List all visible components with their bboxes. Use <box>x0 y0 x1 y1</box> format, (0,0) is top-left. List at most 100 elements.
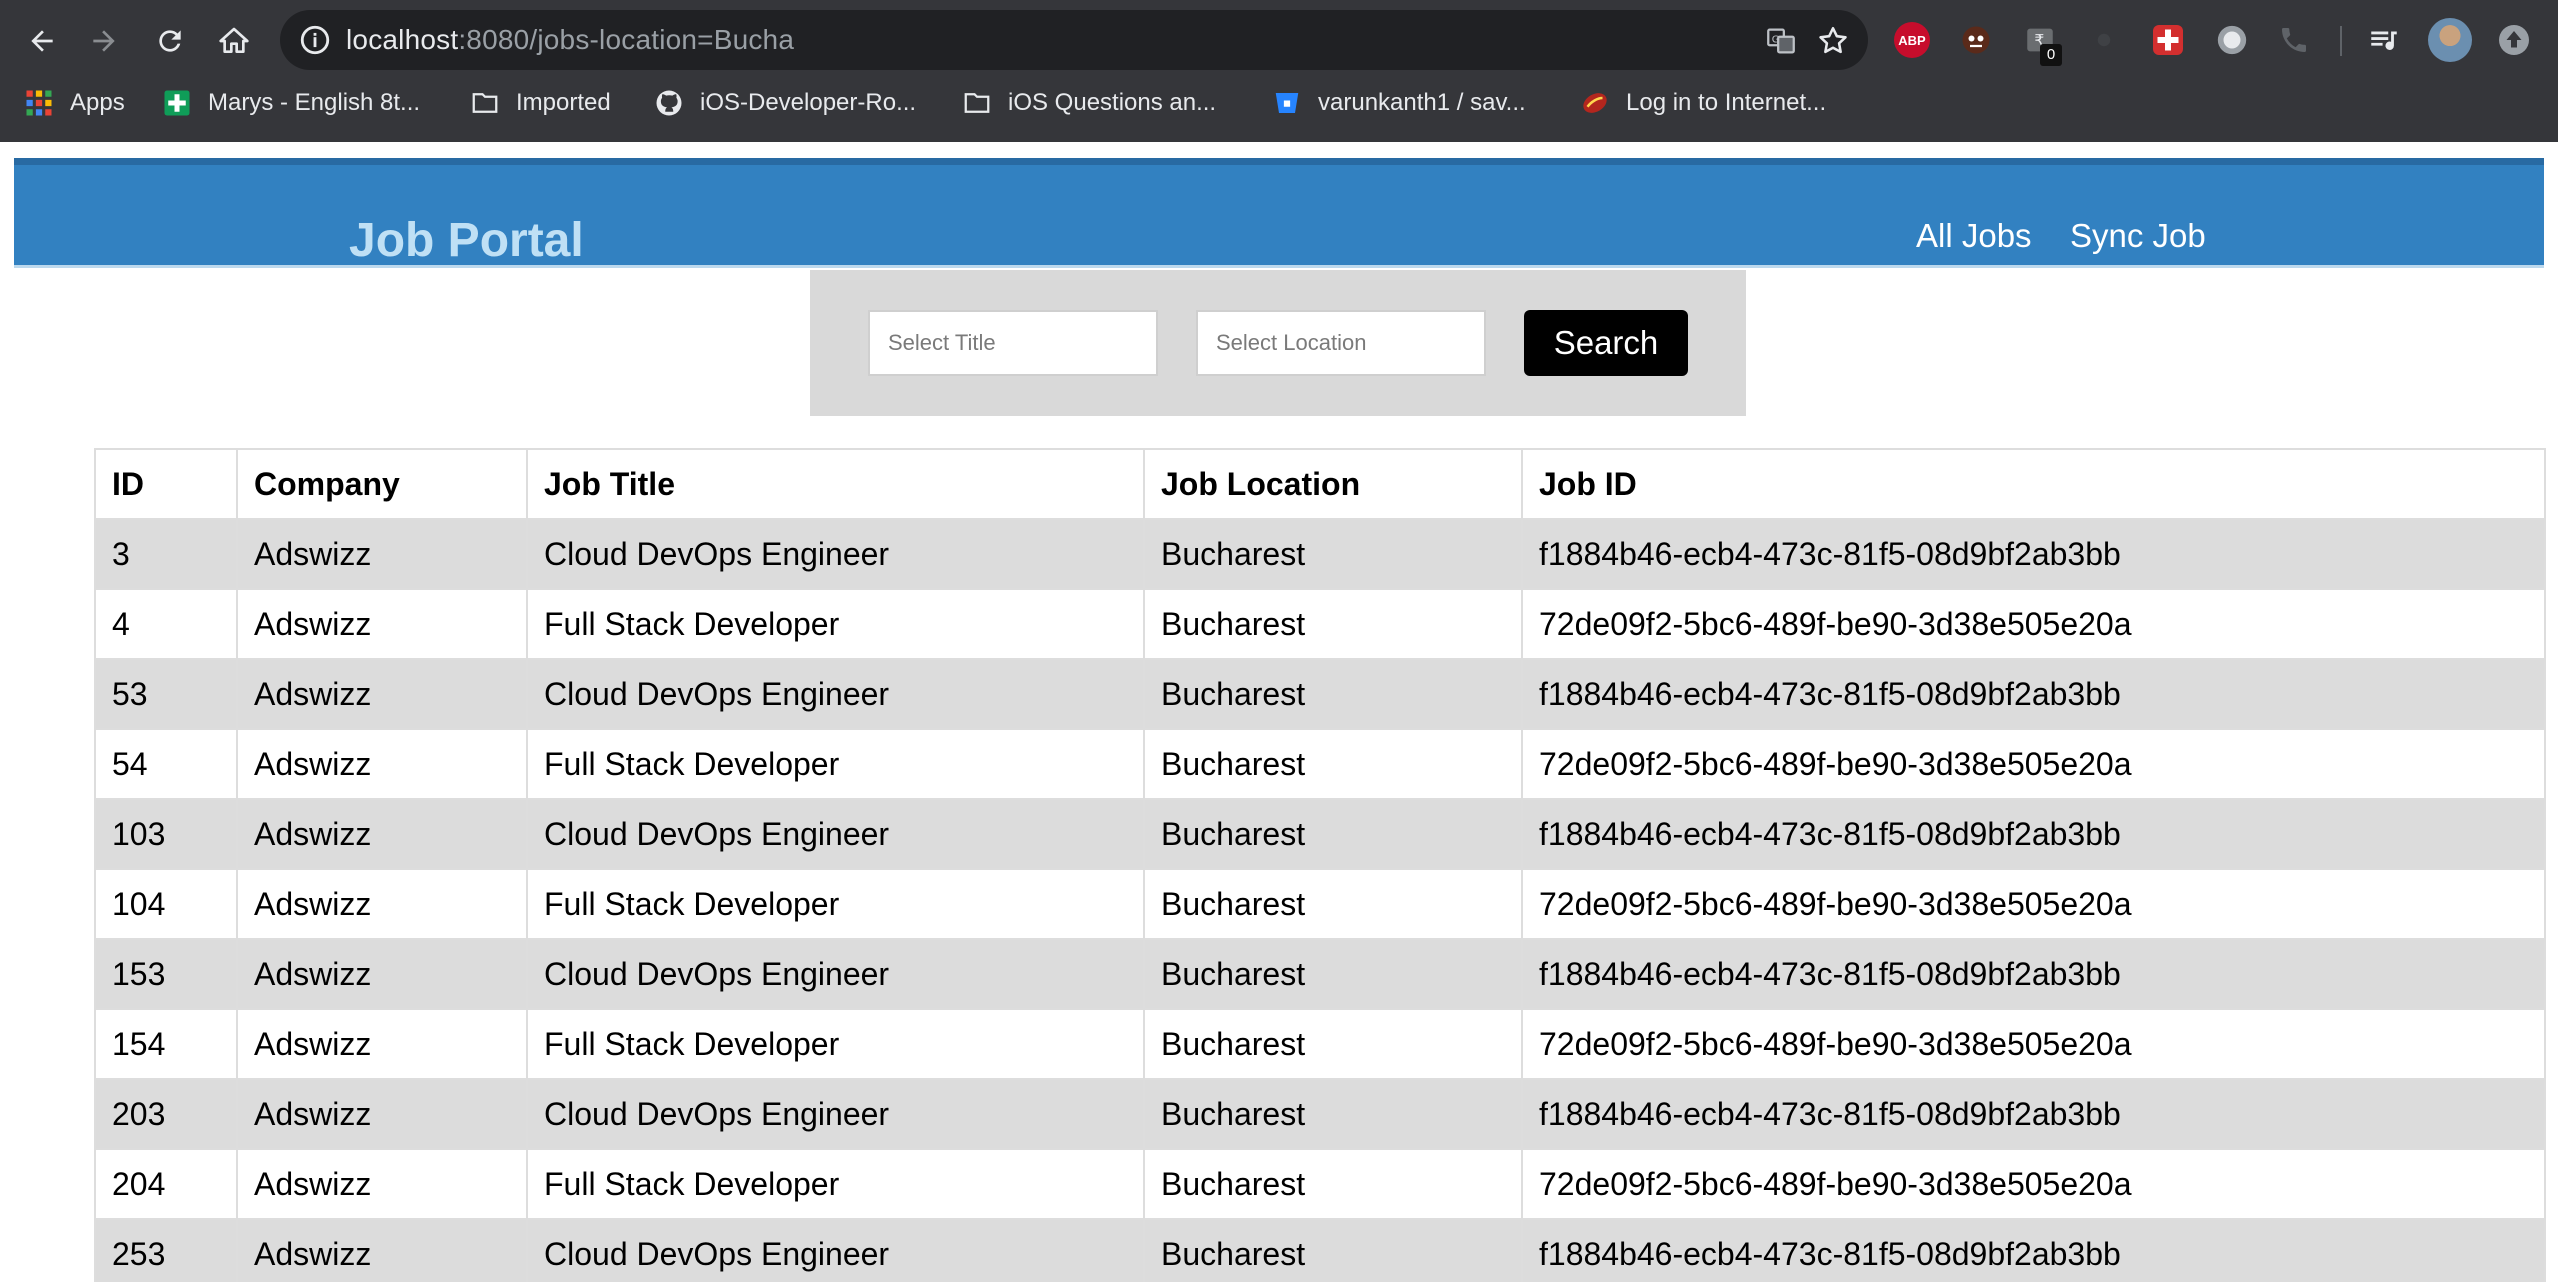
cell-job-location: Bucharest <box>1143 938 1523 1010</box>
update-arrow-icon <box>2499 25 2529 55</box>
profile-avatar[interactable] <box>2428 18 2472 62</box>
bookmarks-bar: Apps Marys - English 8t... Imported iOS-… <box>0 82 2558 142</box>
dot-icon <box>2097 33 2111 47</box>
address-bar[interactable]: localhost:8080/jobs-location=Bucha G <box>280 10 1868 70</box>
table-row[interactable]: 154 Adswizz Full Stack Developer Bucharest 7… <box>94 1008 2546 1080</box>
app-header: Job Portal All Jobs Sync Job <box>14 158 2544 268</box>
browser-chrome: localhost:8080/jobs-location=Bucha G ABP… <box>0 0 2558 142</box>
bookmark-router-login[interactable]: Log in to Internet... <box>1580 82 1826 124</box>
cell-company: Adswizz <box>236 588 528 660</box>
cell-id: 203 <box>94 1078 238 1150</box>
bookmark-label: Imported <box>516 89 611 116</box>
table-row[interactable]: 53 Adswizz Cloud DevOps Engineer Bucharest f… <box>94 658 2546 730</box>
table-row[interactable]: 103 Adswizz Cloud DevOps Engineer Bucharest… <box>94 798 2546 870</box>
nav-sync-job[interactable]: Sync Job <box>2070 217 2206 255</box>
cell-job-title: Cloud DevOps Engineer <box>526 1078 1145 1150</box>
phone-extension[interactable] <box>2274 20 2314 60</box>
cell-job-location: Bucharest <box>1143 798 1523 870</box>
table-row[interactable]: 253 Adswizz Cloud DevOps Engineer Bucharest… <box>94 1218 2546 1282</box>
bitbucket-icon <box>1275 93 1299 113</box>
back-button[interactable] <box>20 19 64 63</box>
table-row[interactable]: 153 Adswizz Cloud DevOps Engineer Bucharest… <box>94 938 2546 1010</box>
adblock-icon: ABP <box>1894 22 1930 58</box>
bookmark-imported[interactable]: Imported <box>470 82 611 124</box>
bookmark-label: Marys - English 8t... <box>208 89 421 116</box>
folder-icon <box>472 93 498 113</box>
cell-id: 104 <box>94 868 238 940</box>
bookmark-star-icon[interactable] <box>1816 24 1850 58</box>
hidden-extension[interactable] <box>2084 20 2124 60</box>
media-control-button[interactable] <box>2364 20 2404 60</box>
table-row[interactable]: 4 Adswizz Full Stack Developer Bucharest 72d… <box>94 588 2546 660</box>
home-button[interactable] <box>212 19 256 63</box>
mascot-icon <box>1962 26 1990 54</box>
cell-id: 253 <box>94 1218 238 1282</box>
cell-job-location: Bucharest <box>1143 1148 1523 1220</box>
table-row[interactable]: 3 Adswizz Cloud DevOps Engineer Bucharest f1… <box>94 518 2546 590</box>
brand-title[interactable]: Job Portal <box>349 213 584 268</box>
site-info-icon[interactable] <box>298 23 332 57</box>
column-header-job-id: Job ID <box>1521 448 2546 520</box>
folder-icon <box>964 93 990 113</box>
cell-company: Adswizz <box>236 1148 528 1220</box>
reload-icon <box>159 30 181 52</box>
title-select[interactable] <box>868 310 1158 376</box>
cell-job-title: Cloud DevOps Engineer <box>526 518 1145 590</box>
cell-company: Adswizz <box>236 1078 528 1150</box>
health-extension[interactable] <box>2148 20 2188 60</box>
table-row[interactable]: 204 Adswizz Full Stack Developer Bucharest 7… <box>94 1148 2546 1220</box>
cell-job-title: Full Stack Developer <box>526 868 1145 940</box>
bookmark-bitbucket[interactable]: varunkanth1 / sav... <box>1272 82 1526 124</box>
record-extension[interactable] <box>2212 20 2252 60</box>
cell-company: Adswizz <box>236 728 528 800</box>
cell-job-title: Full Stack Developer <box>526 1148 1145 1220</box>
url-host: localhost <box>346 24 459 55</box>
column-header-id: ID <box>94 448 238 520</box>
update-button[interactable] <box>2494 20 2534 60</box>
cell-company: Adswizz <box>236 938 528 1010</box>
forward-button[interactable] <box>82 19 126 63</box>
cell-job-location: Bucharest <box>1143 1008 1523 1080</box>
cell-job-id: f1884b46-ecb4-473c-81f5-08d9bf2ab3bb <box>1521 658 2546 730</box>
reload-button[interactable] <box>148 19 192 63</box>
table-row[interactable]: 54 Adswizz Full Stack Developer Bucharest 72… <box>94 728 2546 800</box>
cell-id: 3 <box>94 518 238 590</box>
translate-icon[interactable]: G <box>1764 24 1798 58</box>
jobs-table-body: 3 Adswizz Cloud DevOps Engineer Bucharest f1… <box>94 518 2546 1282</box>
bookmark-apps[interactable]: Apps <box>24 82 125 124</box>
cell-job-location: Bucharest <box>1143 868 1523 940</box>
cell-id: 4 <box>94 588 238 660</box>
cell-job-location: Bucharest <box>1143 1078 1523 1150</box>
table-row[interactable]: 203 Adswizz Cloud DevOps Engineer Bucharest… <box>94 1078 2546 1150</box>
cell-job-id: 72de09f2-5bc6-489f-be90-3d38e505e20a <box>1521 1008 2546 1080</box>
extension-badge: 0 <box>2040 44 2062 66</box>
cell-job-location: Bucharest <box>1143 658 1523 730</box>
cell-job-id: 72de09f2-5bc6-489f-be90-3d38e505e20a <box>1521 1148 2546 1220</box>
url-path: :8080/jobs-location=Bucha <box>458 24 795 55</box>
cell-company: Adswizz <box>236 1218 528 1282</box>
router-icon <box>1583 93 1607 113</box>
playlist-icon <box>2371 31 2397 50</box>
jobs-table: ID Company Job Title Job Location Job ID… <box>94 448 2546 1282</box>
apps-grid-icon <box>26 90 52 116</box>
table-row[interactable]: 104 Adswizz Full Stack Developer Bucharest 7… <box>94 868 2546 940</box>
bookmark-label: varunkanth1 / sav... <box>1318 89 1526 116</box>
column-header-company: Company <box>236 448 528 520</box>
nav-all-jobs[interactable]: All Jobs <box>1916 217 2032 255</box>
svg-text:G: G <box>1772 34 1780 45</box>
browser-toolbar: localhost:8080/jobs-location=Bucha G ABP… <box>0 0 2558 82</box>
cell-job-title: Full Stack Developer <box>526 1008 1145 1080</box>
bookmark-marys-english[interactable]: Marys - English 8t... <box>162 82 420 124</box>
cell-job-location: Bucharest <box>1143 728 1523 800</box>
cell-company: Adswizz <box>236 518 528 590</box>
location-select[interactable] <box>1196 310 1486 376</box>
mascot-extension[interactable] <box>1956 20 1996 60</box>
bookmark-ios-questions[interactable]: iOS Questions an... <box>962 82 1216 124</box>
bookmark-ios-developer[interactable]: iOS-Developer-Ro... <box>654 82 916 124</box>
search-panel: Search <box>810 270 1746 416</box>
cell-id: 103 <box>94 798 238 870</box>
cell-job-location: Bucharest <box>1143 518 1523 590</box>
url-text[interactable]: localhost:8080/jobs-location=Bucha <box>346 24 794 56</box>
search-button[interactable]: Search <box>1524 310 1688 376</box>
adblock-extension[interactable]: ABP <box>1892 20 1932 60</box>
